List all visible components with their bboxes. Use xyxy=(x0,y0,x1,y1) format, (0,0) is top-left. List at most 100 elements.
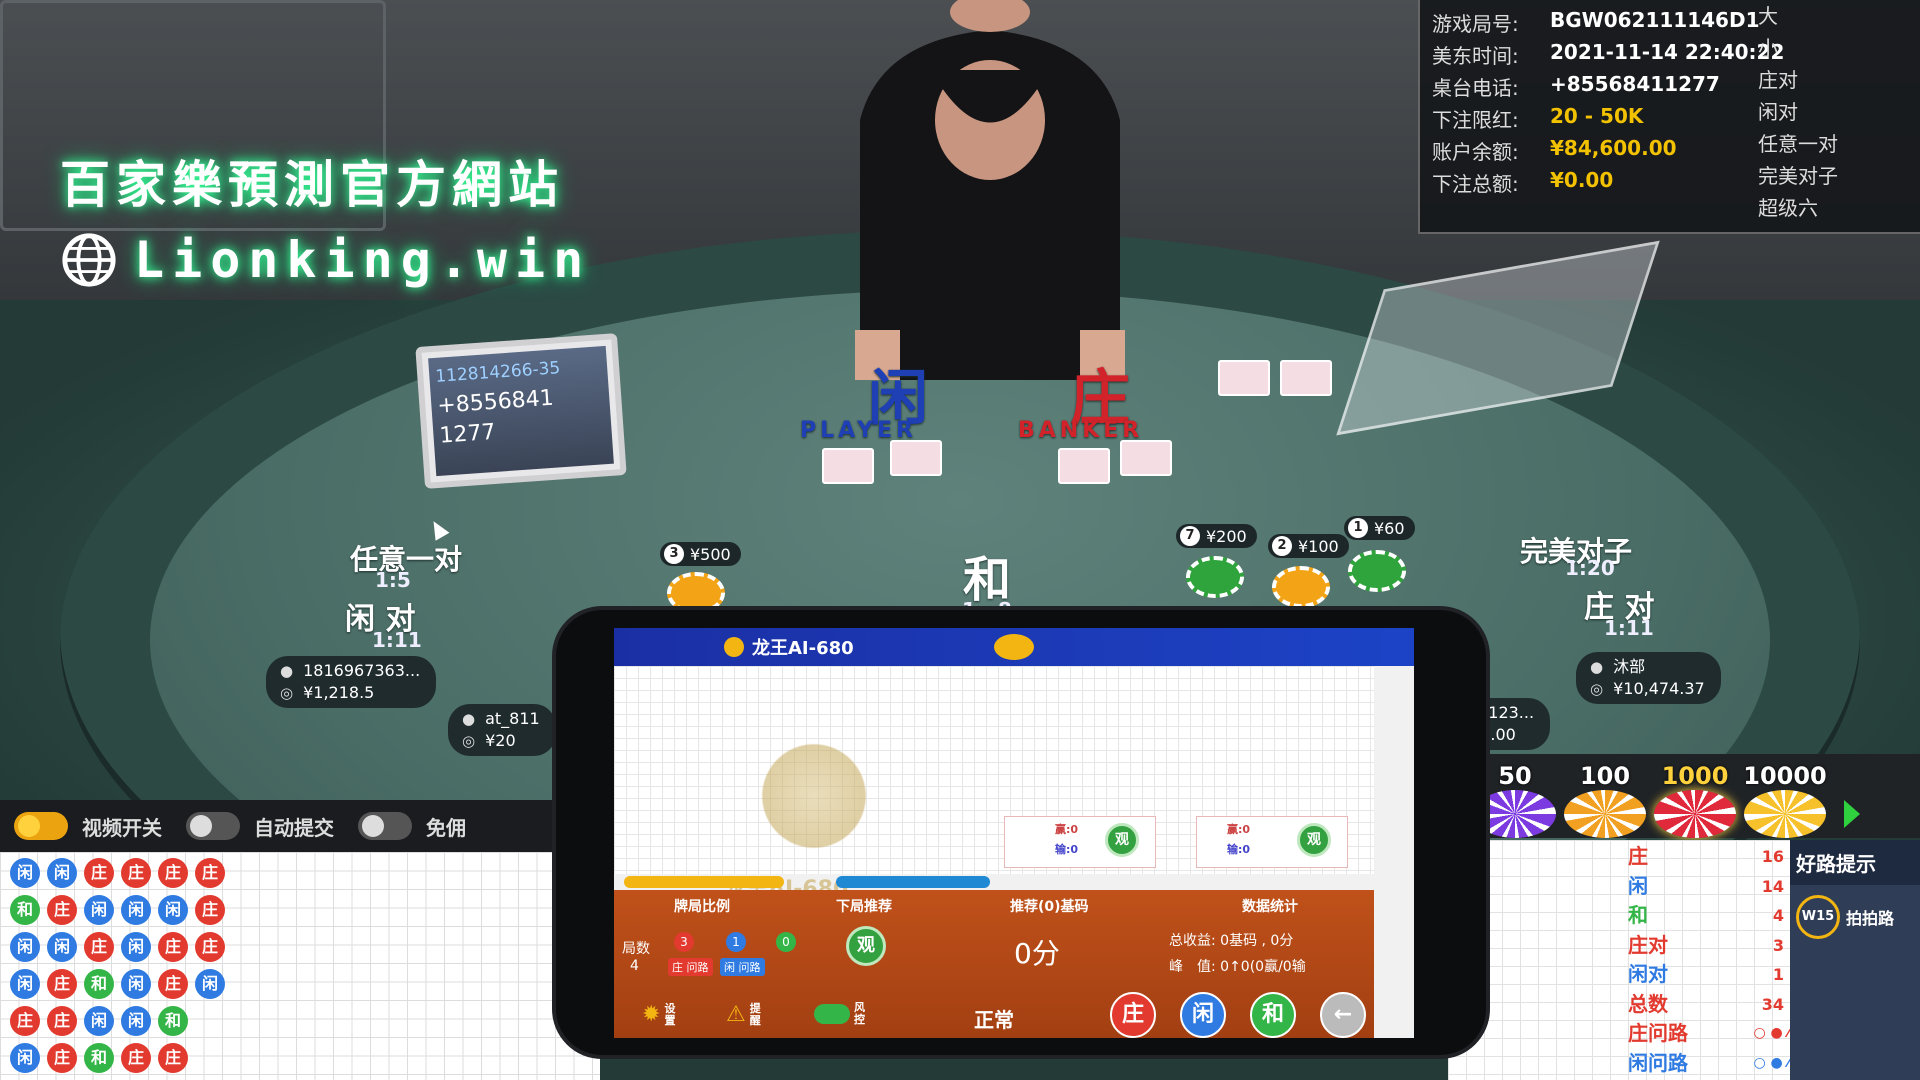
bead-result: 庄 xyxy=(121,858,151,888)
bet-chip-tag: 3 ¥500 xyxy=(660,542,741,566)
bead-result: 闲 xyxy=(47,858,77,888)
score-value: 0分 xyxy=(1014,937,1060,970)
commission-free-toggle[interactable] xyxy=(358,812,412,840)
seat-amount: ¥20 xyxy=(485,731,516,750)
bead-cell: 庄 xyxy=(158,858,195,895)
chip-10000[interactable]: 10000 xyxy=(1743,762,1827,838)
bead-result: 庄 xyxy=(47,969,77,999)
bet-player-button[interactable]: 闲 xyxy=(1180,992,1226,1038)
stat-row[interactable]: 庄问路 ○ ● ⁄ xyxy=(1628,1019,1790,1049)
dragon-icon xyxy=(993,634,1034,660)
result-box-2: 赢:0 输:0 观 xyxy=(1196,816,1348,868)
alert-button[interactable]: ⚠ 提醒 xyxy=(726,1002,764,1027)
bet-banker-button[interactable]: 庄 xyxy=(1110,992,1156,1038)
bet-chip-tag: 7 ¥200 xyxy=(1176,524,1257,548)
bead-result: 庄 xyxy=(195,858,225,888)
info-value: ¥0.00 xyxy=(1550,168,1614,192)
player-zone-en: PLAYER xyxy=(800,418,917,443)
chip-value: 1000 xyxy=(1661,762,1729,790)
side-bet-item[interactable]: 庄对 xyxy=(1758,64,1918,96)
card xyxy=(1218,360,1270,396)
info-row: 游戏局号: BGW062111146D1 xyxy=(1432,8,1759,37)
bead-result: 闲 xyxy=(84,895,114,925)
stat-value xyxy=(1718,1049,1724,1079)
auto-submit-toggle[interactable] xyxy=(186,812,240,840)
ratio-bar-yellow xyxy=(624,876,784,888)
chip-tag-number: 2 xyxy=(1272,536,1292,556)
stat-value: 34 xyxy=(1761,994,1784,1014)
side-bet-item[interactable]: 闲对 xyxy=(1758,96,1918,128)
player-count: 1 xyxy=(726,932,746,952)
chip-tag-amount: ¥60 xyxy=(1374,518,1405,538)
bead-result: 庄 xyxy=(158,932,188,962)
bead-result: 庄 xyxy=(158,969,188,999)
bead-cell: 闲 xyxy=(195,969,232,1006)
info-value: ¥84,600.00 xyxy=(1550,136,1677,160)
phone-screen: 龙王AI-680 龙王AI-680 赢:0 输:0 观 赢:0 输:0 观 牌局… xyxy=(614,628,1414,1038)
seat-name: at_811 xyxy=(485,709,540,728)
chip-tag-number: 1 xyxy=(1348,518,1368,538)
watch-badge: 观 xyxy=(1105,823,1139,857)
bead-cell: 和 xyxy=(84,1043,121,1080)
peak-value: 峰 值: 0↑0(0赢/0输 xyxy=(1169,959,1306,975)
stat-value: 1 xyxy=(1772,965,1784,984)
ratio-bar-blue xyxy=(836,876,990,888)
bead-result: 闲 xyxy=(121,969,151,999)
bead-result: 庄 xyxy=(84,858,114,888)
chip-scroll-right-icon[interactable] xyxy=(1844,800,1860,828)
bead-cell xyxy=(195,1006,232,1043)
risk-control-button[interactable]: 风控 xyxy=(814,1002,868,1026)
info-key: 下注限红: xyxy=(1432,108,1519,132)
bead-result: 闲 xyxy=(195,969,225,999)
back-arrow-icon[interactable]: ← xyxy=(1320,992,1366,1038)
ask-road-icons: ○ ● ⁄ xyxy=(1753,1025,1790,1041)
side-bet-item[interactable]: 超级六 xyxy=(1758,192,1918,224)
stat-label: 闲对 xyxy=(1628,962,1668,986)
commission-free-label: 免佣 xyxy=(426,815,466,840)
bead-cell: 庄 xyxy=(121,1043,158,1080)
stat-label: 总数 xyxy=(1628,991,1668,1016)
chip-1000[interactable]: 1000 xyxy=(1654,762,1736,838)
brand-url-row: Lionking.win xyxy=(60,231,591,289)
chip-100[interactable]: 100 xyxy=(1564,762,1646,838)
bead-cell: 闲 xyxy=(84,1006,121,1043)
bead-cell: 庄 xyxy=(195,858,232,895)
seat-name: 1816967363... xyxy=(303,661,421,680)
bead-result: 庄 xyxy=(158,858,188,888)
box2-win: 赢:0 xyxy=(1227,823,1251,836)
bead-result: 闲 xyxy=(10,969,40,999)
info-value: 2021-11-14 22:40:22 xyxy=(1550,40,1785,64)
settings-button[interactable]: ✹ 设置 xyxy=(642,1002,678,1027)
stat-row[interactable]: 闲问路 ○ ● ⁄ xyxy=(1628,1049,1790,1079)
player-ask-button[interactable]: 闲 问路 xyxy=(720,958,765,976)
bet-chip-tag: 1 ¥60 xyxy=(1344,516,1415,540)
bead-result: 闲 xyxy=(158,895,188,925)
dragon-watermark xyxy=(754,736,874,856)
side-bet-item[interactable]: 小 xyxy=(1758,32,1918,64)
stat-row: 闲 14 xyxy=(1628,872,1790,902)
win-streak-badge: W15 xyxy=(1796,895,1840,939)
bead-cell: 闲 xyxy=(47,858,84,895)
box1-loss: 输:0 xyxy=(1055,843,1079,856)
watch-badge: 观 xyxy=(1297,823,1331,857)
side-bet-item[interactable]: 完美对子 xyxy=(1758,160,1918,192)
player-seat: ● ◎ 沐部 ¥10,474.37 xyxy=(1576,652,1721,704)
good-road-hint-panel: 好路提示 W15 拍拍路 xyxy=(1790,840,1920,1080)
chip-50[interactable]: 50 xyxy=(1474,762,1556,838)
bead-result: 闲 xyxy=(10,1043,40,1073)
stat-value: 14 xyxy=(1761,876,1784,896)
banker-zone-en: BANKER xyxy=(1018,418,1144,443)
perfect-pair-odds: 1:20 xyxy=(1565,556,1615,580)
side-bet-item[interactable]: 大 xyxy=(1758,0,1918,32)
bet-tie-button[interactable]: 和 xyxy=(1250,992,1296,1038)
globe-icon xyxy=(62,233,116,287)
bead-cell: 庄 xyxy=(47,1006,84,1043)
bead-result: 庄 xyxy=(195,932,225,962)
info-key: 游戏局号: xyxy=(1432,12,1519,36)
video-toggle[interactable] xyxy=(14,812,68,840)
col-base: 推荐(0)基码 xyxy=(1010,899,1089,915)
info-row: 下注限红: 20 - 50K xyxy=(1432,104,1643,133)
bead-cell: 庄 xyxy=(195,932,232,969)
banker-ask-button[interactable]: 庄 问路 xyxy=(668,958,713,976)
side-bet-item[interactable]: 任意一对 xyxy=(1758,128,1918,160)
